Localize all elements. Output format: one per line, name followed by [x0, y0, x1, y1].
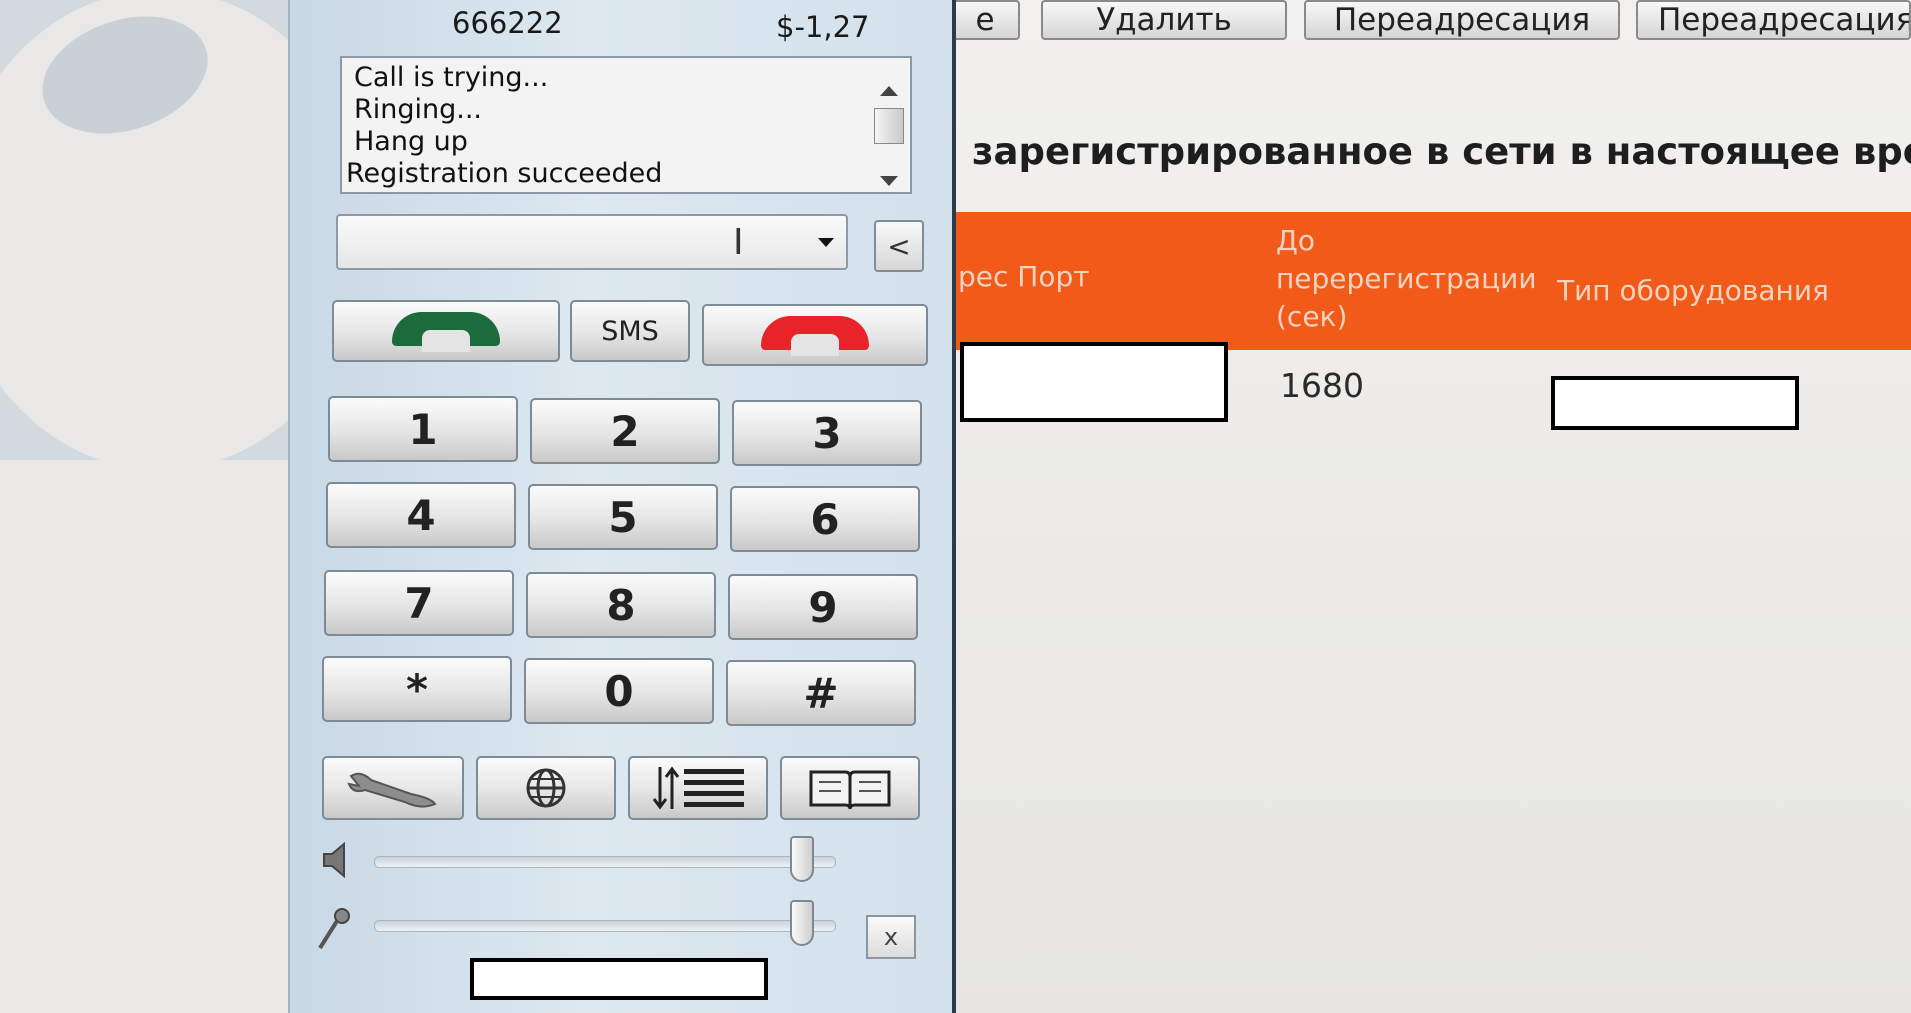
scroll-down-icon[interactable]: [880, 176, 898, 186]
log-scrollbar[interactable]: [872, 64, 906, 188]
column-header-address-port: рес Порт: [958, 260, 1090, 293]
section-title: зарегистрированное в сети в настоящее вр…: [972, 130, 1911, 173]
key-3[interactable]: 3: [732, 400, 922, 466]
speaker-volume-thumb[interactable]: [789, 836, 814, 882]
globe-icon: [526, 768, 566, 808]
key-8[interactable]: 8: [526, 572, 716, 638]
speaker-icon: [323, 841, 345, 879]
redacted-block: [1551, 376, 1799, 430]
forward-button-2[interactable]: Переадресация п: [1636, 0, 1911, 40]
reregistration-value: 1680: [1280, 366, 1364, 405]
hangup-button[interactable]: [702, 304, 928, 366]
dial-number-input[interactable]: Ι: [336, 214, 848, 270]
wrench-icon: [347, 772, 437, 808]
sms-button[interactable]: SMS: [570, 300, 690, 362]
key-9[interactable]: 9: [728, 574, 918, 640]
book-icon: [809, 770, 891, 810]
backspace-button[interactable]: <: [874, 220, 924, 272]
key-star[interactable]: *: [322, 656, 512, 722]
microphone-volume-slider[interactable]: [374, 920, 836, 932]
key-4[interactable]: 4: [326, 482, 516, 548]
text-cursor-icon: Ι: [733, 222, 744, 263]
account-number: 666222: [452, 6, 563, 40]
scroll-up-icon[interactable]: [880, 86, 898, 96]
hangup-icon: [761, 316, 869, 356]
internet-button[interactable]: [476, 756, 616, 820]
call-button[interactable]: [332, 300, 560, 362]
delete-button[interactable]: Удалить: [1041, 0, 1287, 40]
web-button-partial[interactable]: е: [950, 0, 1020, 40]
speaker-volume-slider[interactable]: [374, 856, 836, 868]
redacted-block: [470, 958, 768, 1000]
close-button[interactable]: x: [866, 915, 916, 959]
log-line: Hang up: [354, 126, 468, 157]
column-header-reregistration: До перерегистрации (сек): [1276, 224, 1537, 333]
call-list-icon: [652, 766, 744, 810]
call-history-button[interactable]: [628, 756, 768, 820]
call-icon: [392, 312, 500, 352]
log-line: Call is trying...: [354, 62, 549, 93]
key-7[interactable]: 7: [324, 570, 514, 636]
key-0[interactable]: 0: [524, 658, 714, 724]
forward-button[interactable]: Переадресация: [1304, 0, 1620, 40]
key-6[interactable]: 6: [730, 486, 920, 552]
microphone-volume-thumb[interactable]: [789, 900, 814, 946]
balance: $-1,27: [776, 10, 870, 44]
redacted-block: [960, 342, 1228, 422]
key-5[interactable]: 5: [528, 484, 718, 550]
key-hash[interactable]: #: [726, 660, 916, 726]
softphone-window: 666222 $-1,27 Call is trying... Ringing.…: [288, 0, 956, 1013]
column-header-device-type: Тип оборудования: [1557, 274, 1829, 307]
microphone-icon: [318, 908, 350, 950]
log-line: Registration succeeded: [346, 158, 663, 189]
call-log[interactable]: Call is trying... Ringing... Hang up Reg…: [340, 56, 912, 194]
settings-button[interactable]: [322, 756, 464, 820]
key-1[interactable]: 1: [328, 396, 518, 462]
key-2[interactable]: 2: [530, 398, 720, 464]
log-line: Ringing...: [354, 94, 483, 125]
chevron-down-icon[interactable]: [818, 238, 834, 247]
scroll-thumb[interactable]: [874, 108, 904, 144]
phonebook-button[interactable]: [780, 756, 920, 820]
desktop-wallpaper: [0, 0, 330, 460]
